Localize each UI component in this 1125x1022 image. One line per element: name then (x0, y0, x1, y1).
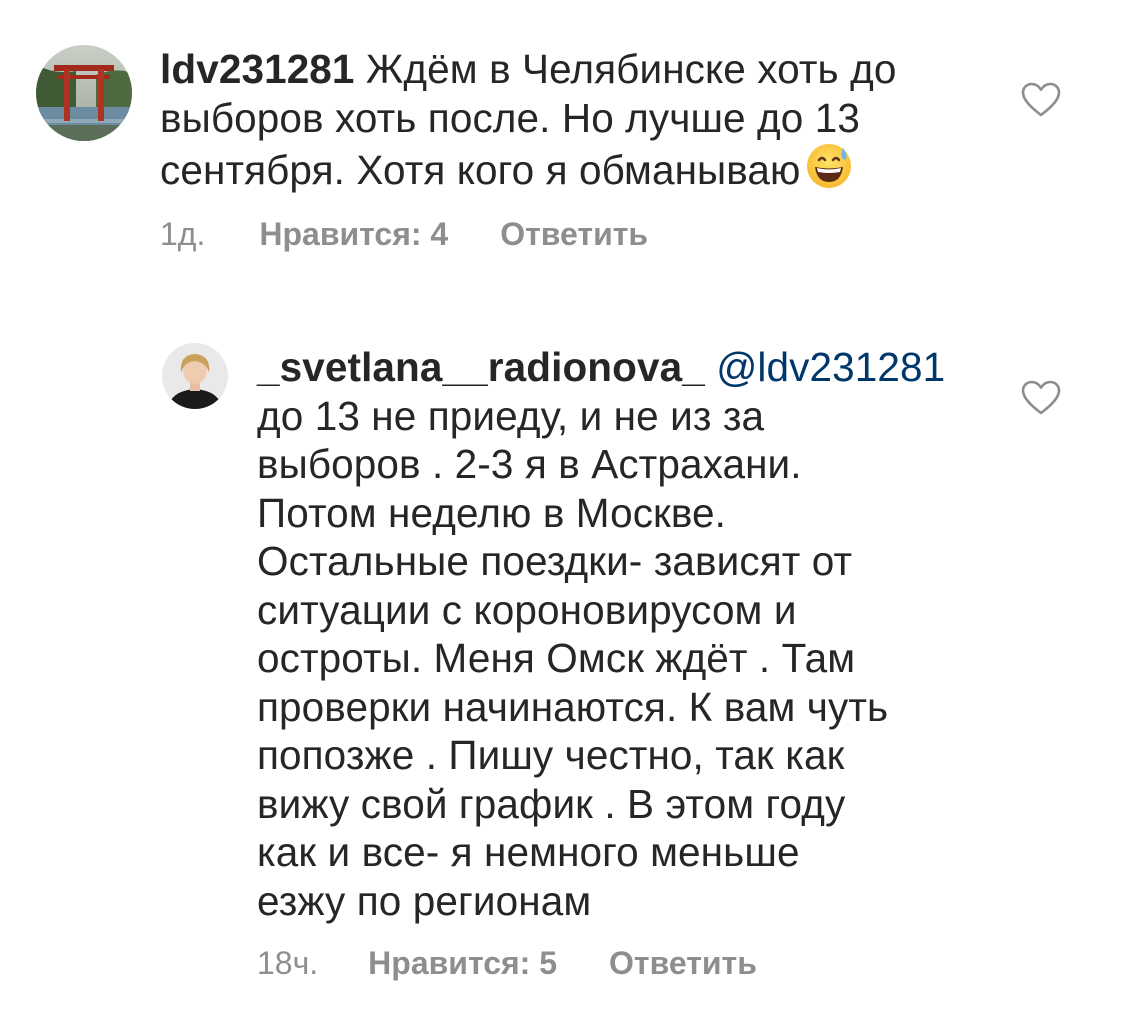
profile-photo (162, 343, 228, 409)
comment-text-line: езжу по регионам (257, 877, 592, 924)
comment-text-line: как и все- я немного меньше (257, 829, 800, 875)
likes-count-button[interactable]: Нравится: 5 (368, 943, 557, 983)
likes-count-button[interactable]: Нравится: 4 (259, 214, 448, 254)
comment-text-line: Ждём в Челябинске хоть до (365, 46, 897, 92)
comment-text-line: попозже . Пишу честно, так как (257, 732, 845, 778)
comment-time[interactable]: 18ч. (257, 943, 318, 983)
comment-meta: 1д. Нравится: 4 Ответить (160, 214, 648, 254)
comment-meta: 18ч. Нравится: 5 Ответить (257, 943, 757, 983)
comment-time[interactable]: 1д. (160, 214, 205, 254)
like-heart-icon[interactable] (1021, 380, 1061, 416)
comment-username[interactable]: _svetlana__radionova_ (257, 344, 705, 390)
mention-link[interactable]: @ldv231281 (716, 344, 945, 390)
comment-body: ldv231281 Ждём в Челябинске хоть до выбо… (160, 45, 980, 201)
reply-button[interactable]: Ответить (500, 214, 648, 254)
comment-body: _svetlana__radionova_ @ldv231281 до 13 н… (257, 343, 977, 925)
comment-text-line: сентября. Хотя кого я обманываю (160, 147, 801, 193)
comment-text-line: до 13 не приеду, и не из за (257, 392, 765, 439)
comment-text-line: вижу свой график . В этом году (257, 780, 846, 827)
avatar[interactable] (162, 343, 228, 409)
comment-text-line: проверки начинаются. К вам чуть (257, 683, 889, 730)
reply-button[interactable]: Ответить (609, 943, 757, 983)
comment-text-line: выборов хоть после. Но лучше до 13 (160, 94, 860, 141)
avatar[interactable] (36, 45, 132, 141)
comment-username[interactable]: ldv231281 (160, 46, 355, 92)
comment-text-line: ситуации с короновирусом и (257, 586, 797, 633)
comment-text-line: Потом неделю в Москве. (257, 489, 727, 536)
comment-text-line: Остальные поездки- зависят от (257, 538, 853, 584)
torii-gate-photo (36, 45, 132, 141)
comment-text-line: выборов . 2-3 я в Астрахани. (257, 441, 802, 487)
grinning-face-with-sweat-icon (805, 142, 853, 201)
comment-text-line: остроты. Меня Омск ждёт . Там (257, 635, 856, 681)
like-heart-icon[interactable] (1021, 82, 1061, 118)
